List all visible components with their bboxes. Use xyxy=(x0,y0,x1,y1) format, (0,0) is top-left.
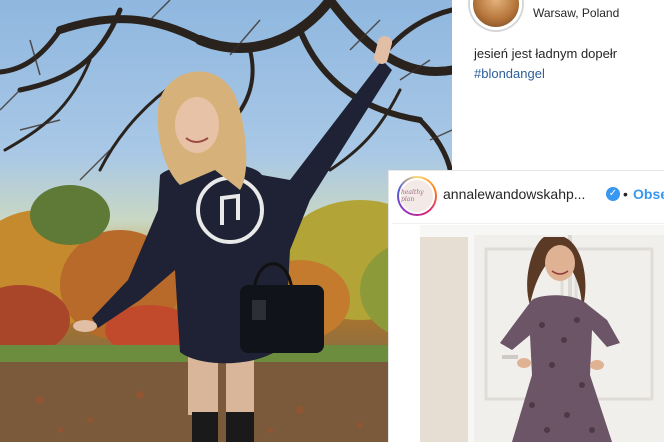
embedded-post-photo[interactable] xyxy=(392,225,664,442)
embedded-photo-illustration xyxy=(392,225,664,442)
header-separator: • xyxy=(623,186,628,202)
profile-avatar: healthy plan xyxy=(399,178,435,214)
main-photo-illustration xyxy=(0,0,452,442)
caption-text: jesień jest ładnym dopełr xyxy=(474,46,618,61)
post-caption: jesień jest ładnym dopełr #blondangel xyxy=(474,44,660,84)
main-post-photo[interactable] xyxy=(0,0,452,442)
follow-button[interactable]: Obse xyxy=(633,186,664,202)
avatar-logo-text: healthy plan xyxy=(401,189,424,203)
post-location[interactable]: Warsaw, Poland xyxy=(533,6,619,20)
verified-badge-icon: ✓ xyxy=(606,187,620,201)
hashtag-link[interactable]: #blondangel xyxy=(474,66,545,81)
post-username[interactable]: annalewandowskahp... xyxy=(443,186,585,202)
story-ring-avatar[interactable]: healthy plan xyxy=(397,176,437,216)
